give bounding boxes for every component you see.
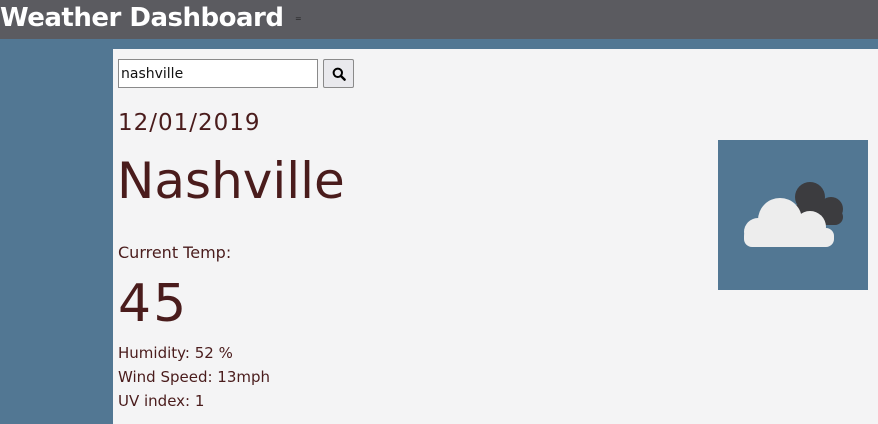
wind-speed-text: Wind Speed: 13mph [118,368,271,386]
current-temp-label: Current Temp: [118,243,232,262]
app-title: Weather Dashboard [0,3,284,33]
current-temp-value: 45 [118,274,189,334]
header-mark: = [295,14,302,23]
weather-panel: 12/01/2019 Nashville Current Temp: 45 Hu… [113,49,878,424]
weather-icon-box [718,140,868,290]
uv-index-text: UV index: 1 [118,392,205,410]
humidity-text: Humidity: 52 % [118,344,233,362]
search-button[interactable] [323,59,354,88]
header-bar: Weather Dashboard = [0,0,878,39]
search-icon [324,67,353,81]
cloudy-icon [718,182,868,294]
search-input[interactable] [118,59,318,88]
city-name: Nashville [117,152,345,210]
current-date: 12/01/2019 [118,110,261,136]
